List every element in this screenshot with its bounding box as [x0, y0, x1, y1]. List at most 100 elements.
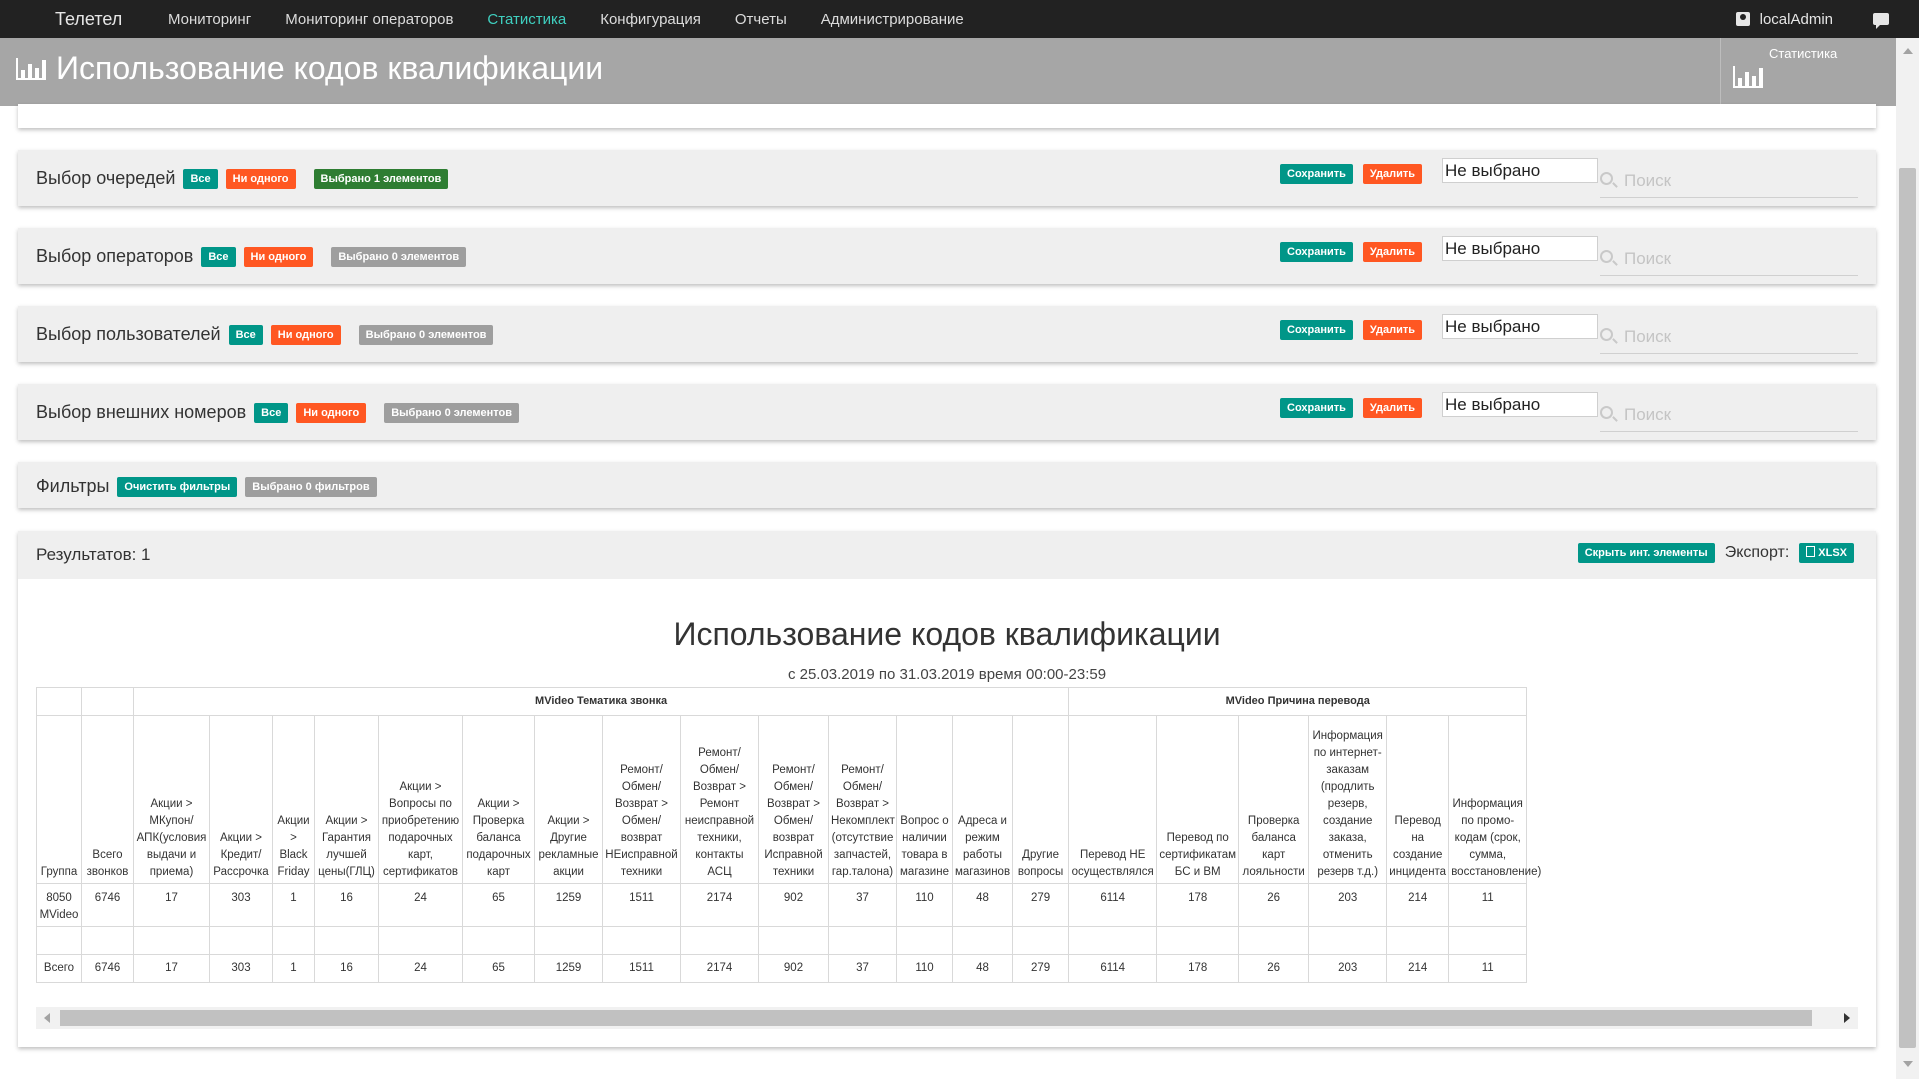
scroll-right-icon[interactable]	[1844, 1013, 1850, 1023]
column-header[interactable]: Перевод на создание инцидента	[1386, 715, 1450, 884]
brand-logo[interactable]: Телетел	[55, 9, 168, 30]
search-input[interactable]	[1622, 324, 1852, 350]
search-input[interactable]	[1622, 168, 1852, 194]
column-header[interactable]: Всего звонков	[81, 715, 134, 884]
delete-button[interactable]: Удалить	[1362, 164, 1423, 184]
table-cell: 1	[272, 883, 315, 927]
user-menu[interactable]: localAdmin	[1735, 11, 1833, 28]
select-none-button[interactable]: Ни одного	[270, 324, 341, 345]
column-header[interactable]: Перевод по сертификатам БС и ВМ	[1156, 715, 1240, 884]
vertical-scrollbar[interactable]	[1896, 38, 1919, 1079]
select-none-button[interactable]: Ни одного	[225, 168, 296, 189]
search-input[interactable]	[1622, 402, 1852, 428]
nav-item-configuration[interactable]: Конфигурация	[600, 11, 701, 28]
preset-select[interactable]: Не выбрано	[1442, 158, 1598, 183]
horizontal-scrollbar[interactable]	[36, 1007, 1858, 1029]
table-cell	[896, 926, 953, 955]
column-header[interactable]: Другие вопросы	[1011, 715, 1070, 884]
column-header[interactable]: Акции > Вопросы по приобретению подарочн…	[378, 715, 463, 884]
column-header[interactable]: Вопрос о наличии товара в магазине	[896, 715, 953, 884]
column-header[interactable]: Группа	[36, 715, 82, 884]
column-header[interactable]: Ремонт/ Обмен/ Возврат > Ремонт неисправ…	[680, 715, 759, 884]
panel-title: Выбор операторов	[36, 246, 194, 266]
collapsed-panel	[18, 104, 1876, 128]
clear-filters-button[interactable]: Очистить фильтры	[117, 476, 238, 497]
statistics-shortcut[interactable]: Статистика	[1720, 38, 1896, 106]
save-button[interactable]: Сохранить	[1280, 242, 1353, 262]
column-header[interactable]: Акции > Гарантия лучшей цены(ГЛЦ)	[314, 715, 379, 884]
scroll-left-icon[interactable]	[44, 1013, 50, 1023]
panel-title: Выбор очередей	[36, 168, 176, 188]
scroll-thumb[interactable]	[60, 1010, 1812, 1026]
delete-button[interactable]: Удалить	[1362, 398, 1423, 418]
preset-select[interactable]: Не выбрано	[1442, 314, 1598, 339]
table-total-cell: 2174	[680, 954, 759, 983]
column-header[interactable]: Перевод НЕ осуществлялся	[1068, 715, 1158, 884]
table-total-cell: 26	[1238, 954, 1310, 983]
select-all-button[interactable]: Все	[183, 168, 218, 189]
column-header[interactable]: Ремонт/ Обмен/ Возврат > Некомплект (отс…	[828, 715, 897, 884]
nav-item-monitoring[interactable]: Мониторинг	[168, 11, 251, 28]
group-header	[36, 687, 82, 716]
column-header[interactable]: Информация по промо-кодам (срок, сумма, …	[1448, 715, 1541, 884]
results-header: Результатов: 1 Скрыть инт. элементы Эксп…	[18, 531, 1876, 579]
table-total-cell: 203	[1308, 954, 1388, 983]
search-input[interactable]	[1622, 246, 1852, 272]
column-header[interactable]: Акции > Кредит/ Рассрочка	[209, 715, 273, 884]
save-button[interactable]: Сохранить	[1280, 320, 1353, 340]
table-cell: 37	[828, 883, 897, 927]
select-none-button[interactable]: Ни одного	[296, 402, 367, 423]
group-header: MVideo Причина перевода	[1068, 687, 1528, 716]
selected-count-badge[interactable]: Выбрано 0 элементов	[358, 324, 494, 345]
delete-button[interactable]: Удалить	[1362, 320, 1423, 340]
select-all-button[interactable]: Все	[228, 324, 263, 345]
column-header[interactable]: Проверка баланса карт лояльности	[1238, 715, 1310, 884]
selected-count-badge[interactable]: Выбрано 1 элементов	[313, 168, 449, 189]
column-header[interactable]: Адреса и режим работы магазинов	[952, 715, 1013, 884]
hide-interactive-elements-button[interactable]: Скрыть инт. элементы	[1577, 543, 1715, 563]
table-cell: 8050 MVideo	[36, 883, 82, 927]
preset-select[interactable]: Не выбрано	[1442, 236, 1598, 261]
selected-count-badge[interactable]: Выбрано 0 элементов	[331, 246, 467, 267]
select-none-button[interactable]: Ни одного	[243, 246, 314, 267]
select-all-button[interactable]: Все	[254, 402, 289, 423]
export-xlsx-button[interactable]: XLSX	[1799, 543, 1854, 563]
column-header[interactable]: Акции > Другие рекламные акции	[534, 715, 603, 884]
scroll-down-icon[interactable]	[1903, 1061, 1913, 1067]
delete-button[interactable]: Удалить	[1362, 242, 1423, 262]
nav-item-administration[interactable]: Администрирование	[821, 11, 964, 28]
chat-icon[interactable]	[1873, 13, 1889, 29]
column-header[interactable]: Акции > Black Friday	[272, 715, 315, 884]
table-total-cell: 16	[314, 954, 379, 983]
table-total-cell: 24	[378, 954, 463, 983]
column-header[interactable]: Информация по интернет-заказам (продлить…	[1308, 715, 1388, 884]
nav-item-operator-monitoring[interactable]: Мониторинг операторов	[285, 11, 453, 28]
table-cell	[680, 926, 759, 955]
column-header[interactable]: Акции > МКупон/ АПК(условия выдачи и при…	[133, 715, 210, 884]
table-cell: 65	[462, 883, 535, 927]
export-xlsx-label: XLSX	[1818, 547, 1847, 559]
table-cell	[462, 926, 535, 955]
save-button[interactable]: Сохранить	[1280, 398, 1353, 418]
table-total-cell: 279	[1011, 954, 1070, 983]
user-icon	[1735, 12, 1750, 26]
column-header[interactable]: Акции > Проверка баланса подарочных карт	[462, 715, 535, 884]
column-header[interactable]: Ремонт/ Обмен/ Возврат > Обмен/ возврат …	[602, 715, 681, 884]
table-total-row: Всего 6746 17 303 1 16 24 65 1259 1511 2174 902 37 11…	[36, 954, 1528, 983]
scroll-up-icon[interactable]	[1903, 48, 1913, 54]
save-button[interactable]: Сохранить	[1280, 164, 1353, 184]
report-table-container[interactable]: MVideo Тематика звонка MVideo Причина пер…	[36, 687, 1858, 987]
selected-filters-badge[interactable]: Выбрано 0 фильтров	[245, 476, 377, 497]
table-cell	[828, 926, 897, 955]
column-header[interactable]: Ремонт/ Обмен/ Возврат > Обмен/ возврат …	[758, 715, 829, 884]
selected-count-badge[interactable]: Выбрано 0 элементов	[384, 402, 519, 423]
table-cell: 178	[1156, 883, 1240, 927]
table-cell: 6114	[1068, 883, 1158, 927]
nav-item-statistics[interactable]: Статистика	[487, 11, 566, 28]
preset-select[interactable]: Не выбрано	[1442, 392, 1598, 417]
select-all-button[interactable]: Все	[201, 246, 236, 267]
scroll-thumb[interactable]	[1899, 168, 1916, 1048]
table-total-cell: 303	[209, 954, 273, 983]
nav-item-reports[interactable]: Отчеты	[735, 11, 787, 28]
bar-chart-icon	[1733, 66, 1763, 88]
